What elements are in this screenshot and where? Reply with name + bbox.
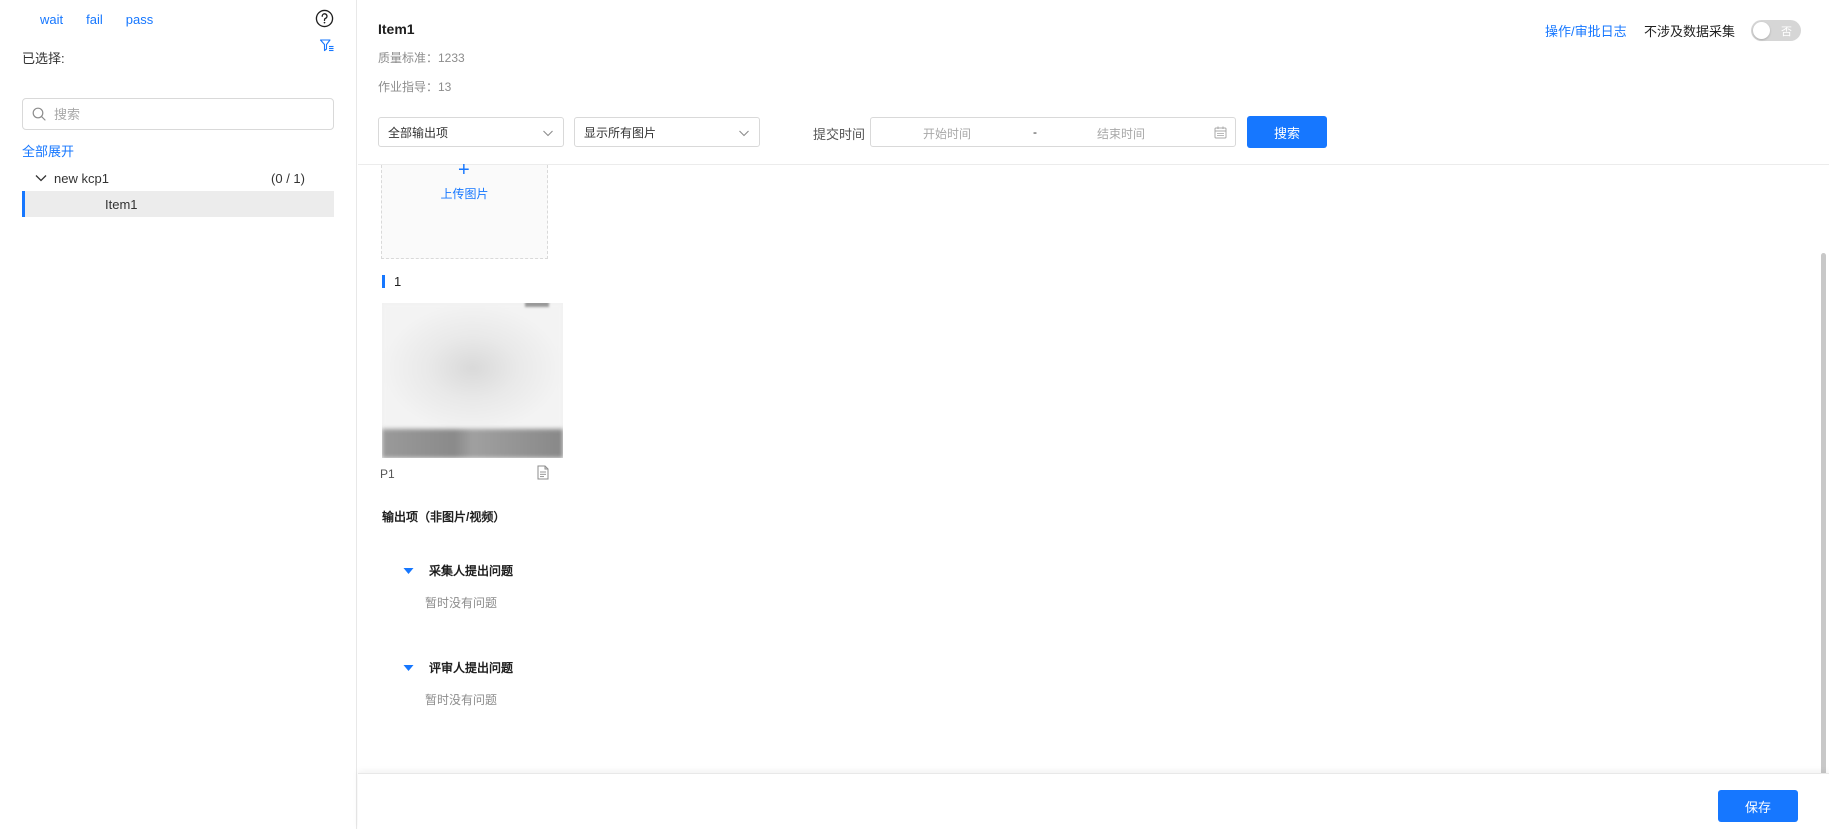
upload-image-label: 上传图片: [440, 187, 489, 201]
filter-icon[interactable]: [319, 38, 335, 54]
section-number: 1: [394, 274, 402, 289]
search-icon: [32, 107, 46, 121]
toolbar-divider: [358, 164, 1829, 165]
scrollbar[interactable]: [1821, 253, 1826, 775]
thumbnail-blurred-caption: [382, 429, 563, 458]
chevron-down-icon: [739, 130, 749, 137]
collector-issues-title: 采集人提出问题: [429, 564, 514, 578]
thumbnail-corner-badge: [525, 303, 549, 307]
reviewer-issues-title: 评审人提出问题: [429, 661, 514, 675]
end-date-input[interactable]: 结束时间: [1097, 125, 1145, 142]
sidebar-search: [22, 98, 334, 130]
work-guide: 作业指导：13: [378, 80, 452, 94]
image-thumbnail[interactable]: [382, 303, 563, 458]
calendar-icon: [1214, 126, 1227, 139]
reviewer-issues-header[interactable]: 评审人提出问题: [403, 659, 513, 676]
tab-pass[interactable]: pass: [126, 12, 153, 27]
toggle-text: 否: [1781, 26, 1792, 38]
quality-standard: 质量标准：1233: [378, 51, 465, 65]
collector-issues-empty: 暂时没有问题: [425, 596, 498, 610]
status-tabs: wait fail pass: [40, 12, 153, 27]
image-select[interactable]: 显示所有图片: [574, 117, 760, 147]
reviewer-issues-group: 评审人提出问题 暂时没有问题: [403, 659, 513, 708]
chevron-down-icon: [35, 175, 47, 182]
tree-node-kcp[interactable]: new kcp1 (0 / 1): [22, 167, 334, 189]
tree-node-label: new kcp1: [54, 170, 109, 186]
outputs-title: 输出项（非图片/视频）: [382, 510, 506, 524]
main-panel: Item1 质量标准：1233 作业指导：13 操作/审批日志 不涉及数据采集 …: [358, 0, 1829, 829]
search-input[interactable]: [54, 106, 314, 122]
tree-node-count: (0 / 1): [271, 170, 305, 186]
toggle-knob: [1753, 22, 1770, 39]
start-date-input[interactable]: 开始时间: [923, 125, 971, 142]
page-title: Item1: [378, 21, 415, 37]
no-collect-label: 不涉及数据采集: [1644, 24, 1736, 39]
expand-all-link[interactable]: 全部展开: [22, 141, 74, 160]
operation-log-link[interactable]: 操作/审批日志: [1545, 21, 1627, 40]
tab-wait[interactable]: wait: [40, 12, 63, 27]
date-range-separator: -: [1033, 125, 1037, 139]
tab-fail[interactable]: fail: [86, 12, 103, 27]
selected-label: 已选择:: [22, 51, 65, 66]
tree-leaf-label: Item1: [105, 196, 138, 212]
image-select-value: 显示所有图片: [584, 125, 657, 140]
chevron-down-icon: [543, 130, 553, 137]
section-marker: [382, 275, 385, 288]
help-icon[interactable]: [315, 9, 334, 28]
save-button[interactable]: 保存: [1718, 790, 1798, 822]
output-select-value: 全部输出项: [388, 125, 449, 140]
plus-icon: +: [458, 159, 470, 181]
submit-time-label: 提交时间: [813, 127, 866, 142]
upload-image-box[interactable]: + 上传图片: [381, 160, 548, 259]
collector-issues-group: 采集人提出问题 暂时没有问题: [403, 562, 513, 611]
caret-down-icon: [403, 567, 414, 574]
bottom-bar: 保存: [358, 773, 1829, 829]
reviewer-issues-empty: 暂时没有问题: [425, 693, 498, 707]
sidebar: wait fail pass 已选择: 全部展开: [0, 0, 357, 829]
caret-down-icon: [403, 664, 414, 671]
collector-issues-header[interactable]: 采集人提出问题: [403, 562, 513, 579]
thumbnail-blurred-image: [382, 303, 563, 428]
document-icon[interactable]: [536, 465, 550, 480]
date-range-picker[interactable]: 开始时间 - 结束时间: [870, 117, 1236, 147]
search-button[interactable]: 搜索: [1247, 116, 1327, 148]
output-select[interactable]: 全部输出项: [378, 117, 564, 147]
no-collect-toggle[interactable]: 否: [1751, 20, 1801, 41]
app: wait fail pass 已选择: 全部展开: [0, 0, 1829, 829]
image-label: P1: [380, 467, 395, 481]
tree-leaf-item1[interactable]: Item1: [22, 191, 334, 217]
